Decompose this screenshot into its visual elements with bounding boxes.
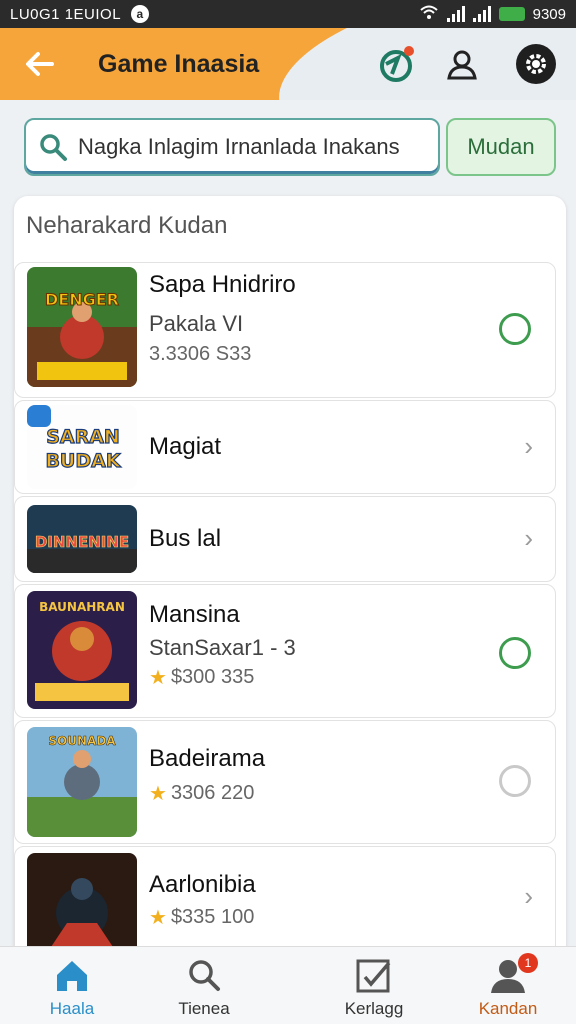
chevron-right-icon[interactable]: › xyxy=(524,431,533,462)
brand-logo-icon[interactable] xyxy=(376,44,416,84)
game-item[interactable]: DINNENINE Bus lal › xyxy=(14,496,556,582)
svg-text:DENGER: DENGER xyxy=(45,290,119,309)
edit-icon xyxy=(356,959,391,993)
svg-text:SOUNADA: SOUNADA xyxy=(48,734,116,748)
svg-text:BAUNAHRAN: BAUNAHRAN xyxy=(39,600,125,614)
back-arrow-icon[interactable] xyxy=(22,46,62,82)
game-name: Sapa Hnidriro xyxy=(149,271,296,298)
battery-icon xyxy=(498,7,525,21)
section-title: Neharakard Kudan xyxy=(26,212,228,239)
search-button[interactable]: Mudan xyxy=(446,118,556,176)
svg-text:BUDAK: BUDAK xyxy=(45,450,121,472)
search-icon xyxy=(40,134,67,161)
nav-label: Haala xyxy=(49,999,95,1018)
home-icon xyxy=(57,961,87,991)
nav-search[interactable]: Tienea xyxy=(132,947,276,1024)
nav-home[interactable]: Haala xyxy=(0,947,144,1024)
nav-label: Tienea xyxy=(178,999,230,1018)
select-radio[interactable] xyxy=(499,637,531,669)
bottom-nav: Haala Tienea Kerlagg 1 Kandan xyxy=(0,946,576,1024)
user-icon[interactable] xyxy=(442,44,482,84)
star-icon: ★ xyxy=(149,783,167,805)
notification-icon: a xyxy=(131,5,150,23)
game-thumbnail xyxy=(27,853,137,956)
game-name: Badeirama xyxy=(149,745,266,772)
chevron-right-icon[interactable]: › xyxy=(524,523,533,554)
game-name: Mansina xyxy=(149,601,240,628)
game-thumbnail: SARAN BUDAK xyxy=(27,405,137,489)
game-price: 3.3306 S33 xyxy=(149,343,252,365)
status-time: 9309 xyxy=(532,5,566,23)
nav-label: Kerlagg xyxy=(344,999,404,1018)
game-thumbnail: SOUNADA xyxy=(27,727,137,837)
game-price: ★ $335 100 xyxy=(149,906,255,929)
signal-icon xyxy=(446,6,465,22)
settings-gear-icon[interactable] xyxy=(516,44,556,84)
signal-icon-2 xyxy=(472,6,491,22)
game-price: ★ $300 335 xyxy=(149,666,255,689)
star-icon: ★ xyxy=(149,667,167,689)
search-placeholder: Nagka Inlagim Irnanlada Inakans xyxy=(78,134,400,159)
game-name: Aarlonibia xyxy=(149,871,256,898)
notification-badge: 1 xyxy=(518,953,538,973)
game-name: Magiat xyxy=(149,433,222,460)
game-thumbnail: DENGER xyxy=(27,267,137,387)
game-thumbnail: BAUNAHRAN xyxy=(27,591,137,709)
game-name: Bus lal xyxy=(149,525,222,552)
status-text: LU0G1 1EUIOL xyxy=(10,5,122,23)
page-title: Game Inaasia xyxy=(98,50,260,78)
game-item[interactable]: DENGER Sapa Hnidriro Pakala VI 3.3306 S3… xyxy=(14,262,556,398)
star-icon: ★ xyxy=(149,907,167,929)
wifi-icon xyxy=(419,4,439,24)
app-bar: Game Inaasia xyxy=(0,28,576,100)
game-subtitle: Pakala VI xyxy=(149,311,244,336)
game-list-panel: Neharakard Kudan DENGER Sapa Hnidriro Pa… xyxy=(14,196,566,956)
nav-edit[interactable]: Kerlagg xyxy=(302,947,446,1024)
game-item[interactable]: SARAN BUDAK Magiat › xyxy=(14,400,556,494)
select-radio[interactable] xyxy=(499,765,531,797)
game-thumbnail: DINNENINE xyxy=(27,505,137,573)
svg-text:SARAN: SARAN xyxy=(46,426,120,448)
search-input[interactable]: Nagka Inlagim Irnanlada Inakans xyxy=(24,118,440,176)
chevron-right-icon[interactable]: › xyxy=(524,881,533,912)
nav-profile[interactable]: 1 Kandan xyxy=(436,947,576,1024)
game-subtitle: StanSaxar1 - 3 xyxy=(149,635,296,660)
select-radio[interactable] xyxy=(499,313,531,345)
game-price: ★ 3306 220 xyxy=(149,782,255,805)
game-item[interactable]: SOUNADA Badeirama ★ 3306 220 xyxy=(14,720,556,844)
game-item[interactable]: BAUNAHRAN Mansina StanSaxar1 - 3 ★ $300 3… xyxy=(14,584,556,718)
search-row: Nagka Inlagim Irnanlada Inakans Mudan xyxy=(0,100,576,192)
svg-text:DINNENINE: DINNENINE xyxy=(35,533,129,551)
search-icon xyxy=(189,960,220,991)
status-bar: LU0G1 1EUIOL a 9309 xyxy=(0,0,576,28)
nav-label: Kandan xyxy=(478,999,538,1018)
game-item[interactable]: Aarlonibia ★ $335 100 › xyxy=(14,846,556,956)
